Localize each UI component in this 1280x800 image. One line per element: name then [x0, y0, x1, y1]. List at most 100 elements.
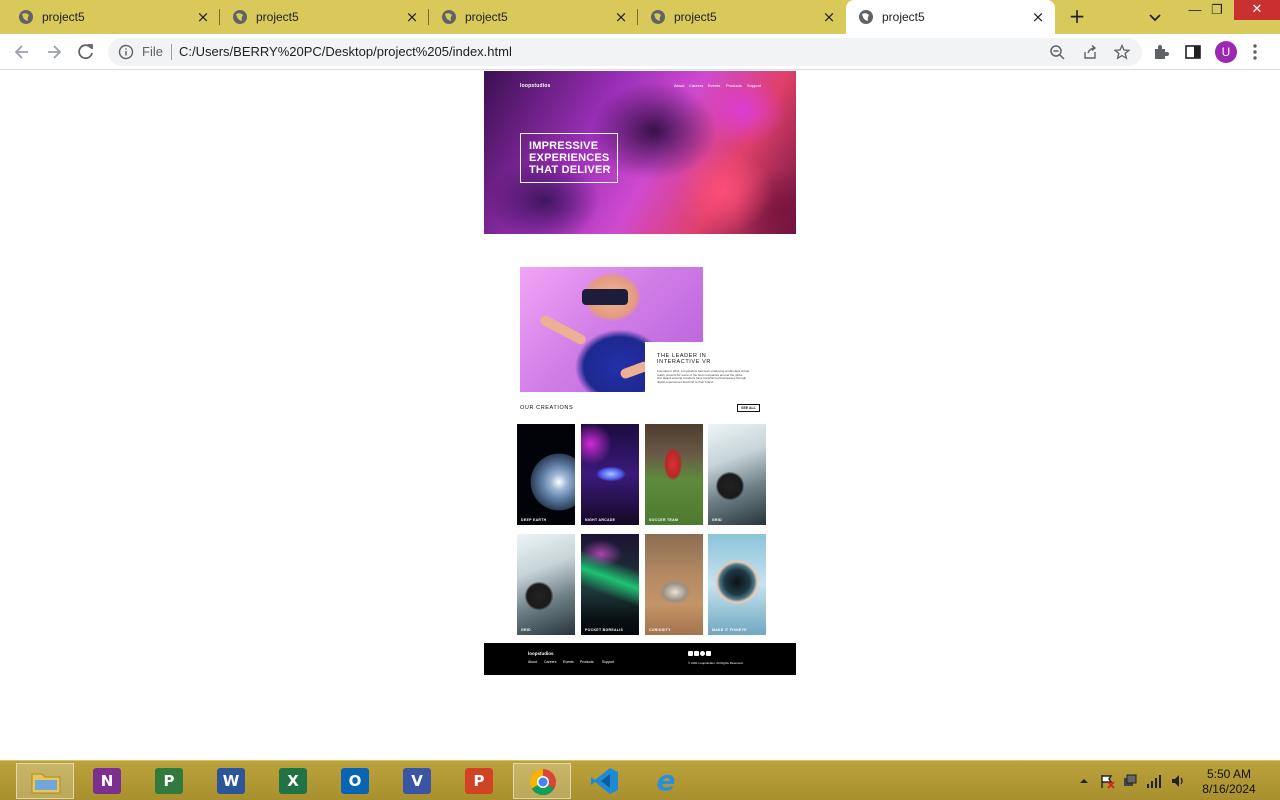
forward-arrow-icon[interactable]: [44, 42, 64, 62]
extensions-puzzle-icon[interactable]: [1152, 43, 1170, 61]
see-all-button[interactable]: SEE ALL: [737, 404, 760, 412]
creation-card[interactable]: NIGHT ARCADE: [581, 424, 639, 525]
creation-card[interactable]: SOCCER TEAM: [645, 424, 703, 525]
photo-arm: [538, 313, 588, 347]
close-tab-icon[interactable]: ×: [614, 10, 628, 25]
scheme-label: File: [142, 44, 163, 59]
taskbar-visio[interactable]: V: [388, 763, 446, 799]
clock-date: 8/16/2024: [1202, 782, 1256, 796]
close-window-button[interactable]: ✕: [1234, 0, 1280, 20]
bookmark-star-icon[interactable]: [1114, 44, 1130, 60]
address-bar[interactable]: File C:/Users/BERRY%20PC/Desktop/project…: [108, 38, 1142, 66]
vscode-icon: [591, 768, 618, 794]
zoom-out-icon[interactable]: [1049, 44, 1065, 60]
instagram-icon[interactable]: [706, 651, 711, 656]
browser-tab-2[interactable]: project5 ×: [220, 0, 429, 34]
hero-headline-box: IMPRESSIVE EXPERIENCES THAT DELIVER: [520, 133, 618, 183]
new-tab-button[interactable]: +: [1066, 6, 1088, 28]
social-icons: [688, 651, 716, 656]
hero-headline-line: THAT DELIVER: [529, 164, 611, 176]
profile-avatar[interactable]: U: [1215, 41, 1237, 63]
creation-card[interactable]: GRID: [517, 534, 575, 635]
creation-card[interactable]: POCKET BOREALIS: [581, 534, 639, 635]
clock-time: 5:50 AM: [1206, 767, 1252, 781]
show-hidden-icons-icon[interactable]: [1076, 773, 1092, 789]
info-icon[interactable]: [118, 44, 134, 60]
tab-title: project5: [42, 10, 85, 24]
creation-card-label: SOCCER TEAM: [649, 518, 679, 522]
globe-icon: [233, 10, 247, 24]
browser-tab-4[interactable]: project5 ×: [638, 0, 846, 34]
nav-link-careers[interactable]: Careers: [689, 83, 703, 88]
system-clock[interactable]: 5:50 AM 8/16/2024: [1196, 767, 1262, 797]
taskbar-excel[interactable]: X: [264, 763, 322, 799]
leader-card: THE LEADER IN INTERACTIVE VR Founded in …: [645, 342, 753, 394]
globe-icon: [859, 10, 873, 24]
browser-tab-1[interactable]: project5 ×: [0, 0, 220, 34]
taskbar-word[interactable]: W: [202, 763, 260, 799]
globe-icon: [19, 10, 33, 24]
creation-card-label: GRID: [712, 518, 722, 522]
creation-card[interactable]: DEEP EARTH: [517, 424, 575, 525]
footer-logo[interactable]: loopstudios: [528, 651, 554, 656]
volume-icon[interactable]: [1170, 773, 1186, 789]
restore-button[interactable]: ❐: [1200, 2, 1234, 22]
taskbar-vscode[interactable]: [575, 763, 633, 799]
folder-icon: [31, 773, 61, 794]
back-arrow-icon[interactable]: [12, 42, 32, 62]
close-tab-icon[interactable]: ×: [822, 10, 836, 25]
nav-link-about[interactable]: About: [674, 83, 684, 88]
site-logo[interactable]: loopstudios: [520, 83, 551, 89]
hero-section: loopstudios About Careers Events Product…: [484, 71, 796, 234]
chevron-down-icon[interactable]: [1146, 8, 1164, 26]
share-icon[interactable]: [1082, 44, 1098, 60]
outlook-icon: O: [341, 768, 369, 794]
more-menu-icon[interactable]: [1252, 43, 1258, 61]
taskbar-powerpoint[interactable]: P: [450, 763, 508, 799]
pinterest-icon[interactable]: [700, 651, 705, 656]
creation-card[interactable]: CURIOSITY: [645, 534, 703, 635]
taskbar-chrome[interactable]: [513, 763, 571, 799]
close-tab-icon[interactable]: ×: [405, 10, 419, 25]
internet-explorer-icon: e: [656, 764, 676, 797]
footer-link-products[interactable]: Products: [580, 660, 594, 664]
nav-link-products[interactable]: Products: [726, 83, 742, 88]
close-tab-icon[interactable]: ×: [196, 10, 210, 25]
footer-link-careers[interactable]: Careers: [544, 660, 556, 664]
url-text[interactable]: C:/Users/BERRY%20PC/Desktop/project%205/…: [179, 44, 512, 59]
browser-tab-strip: project5 × project5 × project5 × project…: [0, 0, 1280, 34]
tab-title: project5: [882, 10, 925, 24]
globe-icon: [651, 10, 665, 24]
action-center-flag-icon[interactable]: [1099, 773, 1115, 789]
creation-card[interactable]: MAKE IT FISHEYE: [708, 534, 766, 635]
creation-card[interactable]: GRID: [708, 424, 766, 525]
tab-title: project5: [256, 10, 299, 24]
twitter-icon[interactable]: [694, 651, 699, 656]
footer-link-about[interactable]: About: [528, 660, 537, 664]
tab-title: project5: [465, 10, 508, 24]
vr-headset: [582, 289, 628, 305]
facebook-icon[interactable]: [688, 651, 693, 656]
footer-link-support[interactable]: Support: [602, 660, 614, 664]
powerpoint-icon: P: [465, 768, 493, 794]
side-panel-icon[interactable]: [1184, 43, 1202, 61]
taskbar-internet-explorer[interactable]: e: [637, 763, 695, 799]
taskbar-project[interactable]: P: [140, 763, 198, 799]
browser-tab-5-active[interactable]: project5 ×: [846, 0, 1055, 34]
taskbar-outlook[interactable]: O: [326, 763, 384, 799]
excel-icon: X: [279, 768, 307, 794]
taskbar-onenote[interactable]: N: [78, 763, 136, 799]
creation-card-label: NIGHT ARCADE: [585, 518, 616, 522]
leader-body-text: Founded in 2011, Loopstudios has been pr…: [657, 369, 750, 384]
word-icon: W: [217, 768, 245, 794]
close-tab-icon[interactable]: ×: [1031, 10, 1045, 25]
network-icon[interactable]: [1122, 773, 1138, 789]
nav-link-support[interactable]: Support: [747, 83, 761, 88]
browser-tab-3[interactable]: project5 ×: [429, 0, 638, 34]
windows-taskbar: N P W X O V P e 5:50 AM 8/16/2024: [0, 760, 1280, 800]
nav-link-events[interactable]: Events: [708, 83, 720, 88]
taskbar-file-explorer[interactable]: [16, 763, 74, 799]
reload-icon[interactable]: [76, 42, 96, 62]
signal-bars-icon[interactable]: [1146, 773, 1162, 789]
footer-link-events[interactable]: Events: [563, 660, 574, 664]
